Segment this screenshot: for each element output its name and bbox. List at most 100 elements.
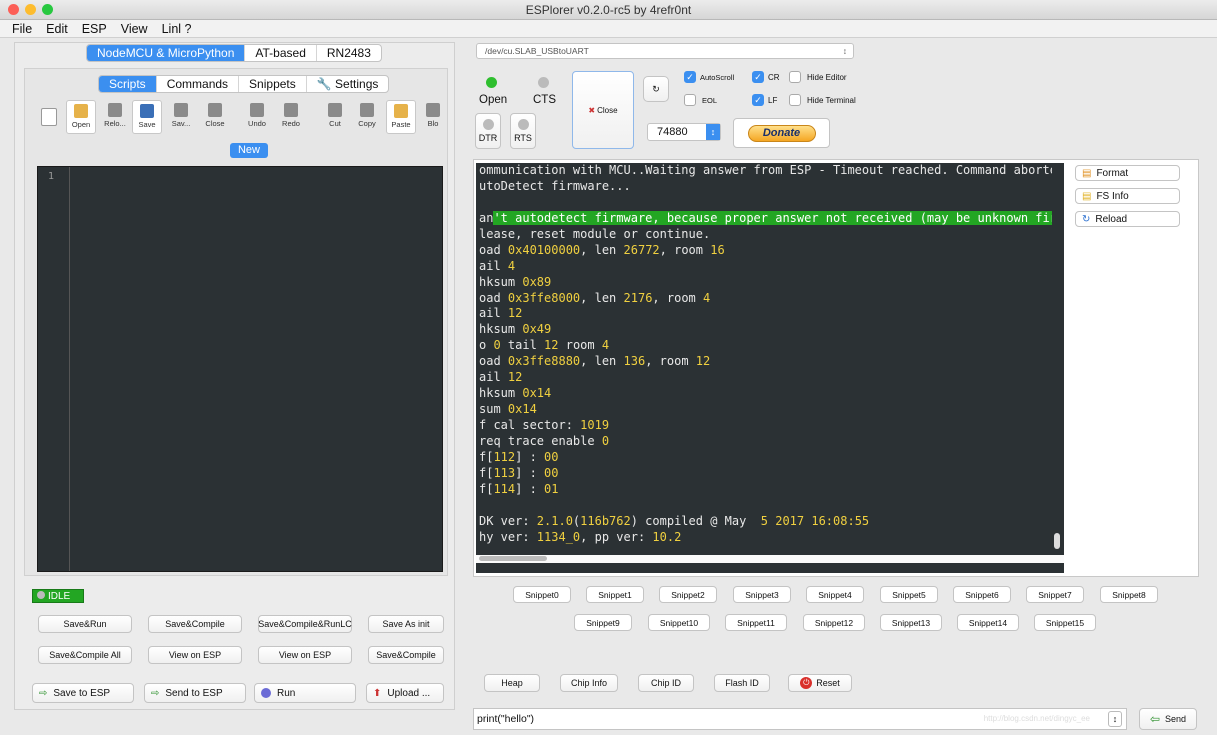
refresh-button[interactable]: ↻	[643, 76, 669, 102]
snippet-button-13[interactable]: Snippet13	[880, 614, 942, 631]
eol-checkbox[interactable]: EOL	[684, 94, 717, 106]
save-run-button[interactable]: Save&Run	[38, 615, 132, 633]
rts-button[interactable]: RTS	[510, 113, 536, 149]
terminal-hscrollbar[interactable]	[476, 555, 1064, 563]
command-input[interactable]: print("hello") http://blog.csdn.net/dingy…	[473, 708, 1127, 730]
tab-rn2483[interactable]: RN2483	[317, 45, 381, 61]
baud-select[interactable]: 74880 ↕	[647, 123, 721, 141]
paste-button[interactable]: Paste	[386, 100, 416, 134]
format-label: Format	[1096, 167, 1129, 179]
send-button[interactable]: ⇦ Send	[1139, 708, 1197, 730]
tab-at-based[interactable]: AT-based	[245, 45, 317, 61]
new-file-button[interactable]	[34, 100, 64, 134]
donate-button[interactable]: Donate	[733, 118, 830, 148]
format-button[interactable]: ▤ Format	[1075, 165, 1180, 181]
terminal-text: ) compiled @ May	[630, 513, 761, 528]
heap-button[interactable]: Heap	[484, 674, 540, 692]
view-on-esp-button-2[interactable]: View on ESP	[258, 646, 352, 664]
new-file-icon	[41, 108, 57, 126]
send-label: Send	[1165, 714, 1187, 724]
tab-snippets[interactable]: Snippets	[239, 76, 307, 92]
terminal-line: an't autodetect firmware, because proper…	[476, 210, 1064, 227]
port-value: /dev/cu.SLAB_USBtoUART	[485, 46, 589, 56]
fs-info-button[interactable]: ▤ FS Info	[1075, 188, 1180, 204]
block-button[interactable]: Blo	[422, 100, 444, 134]
menu-edit[interactable]: Edit	[46, 20, 68, 37]
terminal-line: o 0 tail 12 room 4	[476, 338, 1064, 354]
hide-editor-checkbox[interactable]: Hide Editor	[789, 71, 847, 83]
terminal-output[interactable]: ommunication with MCU..Waiting answer fr…	[476, 163, 1064, 573]
view-on-esp-button-1[interactable]: View on ESP	[148, 646, 242, 664]
save-button[interactable]: Save	[132, 100, 162, 134]
open-button[interactable]: Open	[479, 94, 507, 106]
open-button[interactable]: Open	[66, 100, 96, 134]
window-controls[interactable]	[8, 4, 53, 15]
dtr-button[interactable]: DTR	[475, 113, 501, 149]
snippet-button-15[interactable]: Snippet15	[1034, 614, 1096, 631]
zoom-window-icon[interactable]	[42, 4, 53, 15]
minimize-window-icon[interactable]	[25, 4, 36, 15]
autoscroll-checkbox[interactable]: ✓ AutoScroll	[684, 71, 734, 83]
reset-button[interactable]: ⏻ Reset	[788, 674, 852, 692]
tab-new[interactable]: New	[230, 143, 268, 158]
redo-label: Redo	[282, 119, 300, 128]
menu-file[interactable]: File	[12, 20, 32, 37]
tab-commands[interactable]: Commands	[157, 76, 240, 92]
send-to-esp-button[interactable]: ⇨ Send to ESP	[144, 683, 246, 703]
run-button[interactable]: Run	[254, 683, 356, 703]
menu-view[interactable]: View	[121, 20, 148, 37]
redo-button[interactable]: Redo	[276, 100, 306, 134]
cut-button[interactable]: Cut	[320, 100, 350, 134]
save-to-esp-button[interactable]: ⇨ Save to ESP	[32, 683, 134, 703]
snippet-button-4[interactable]: Snippet4	[806, 586, 864, 603]
lf-checkbox[interactable]: ✓ LF	[752, 94, 777, 106]
fs-info-label: FS Info	[1096, 190, 1129, 202]
snippet-button-0[interactable]: Snippet0	[513, 586, 571, 603]
upload-button[interactable]: ⬆ Upload ...	[366, 683, 444, 703]
code-editor[interactable]: 1	[37, 166, 443, 572]
snippet-button-10[interactable]: Snippet10	[648, 614, 710, 631]
snippet-button-6[interactable]: Snippet6	[953, 586, 1011, 603]
tab-nodemcu[interactable]: NodeMCU & MicroPython	[87, 45, 246, 61]
snippet-button-5[interactable]: Snippet5	[880, 586, 938, 603]
chip-info-button[interactable]: Chip Info	[560, 674, 618, 692]
terminal-text: , room	[652, 290, 703, 305]
snippet-button-2[interactable]: Snippet2	[659, 586, 717, 603]
hscroll-thumb[interactable]	[479, 556, 547, 561]
hide-terminal-checkbox[interactable]: Hide Terminal	[789, 94, 856, 106]
close-window-icon[interactable]	[8, 4, 19, 15]
cr-checkbox[interactable]: ✓ CR	[752, 71, 780, 83]
save-compile-runlc-button[interactable]: Save&Compile&RunLC	[258, 615, 352, 633]
snippet-button-3[interactable]: Snippet3	[733, 586, 791, 603]
snippet-button-12[interactable]: Snippet12	[803, 614, 865, 631]
copy-button[interactable]: Copy	[352, 100, 382, 134]
undo-button[interactable]: Undo	[242, 100, 272, 134]
save-compile-button[interactable]: Save&Compile	[148, 615, 242, 633]
terminal-scrollbar[interactable]	[1052, 163, 1064, 555]
menu-link[interactable]: Linl ?	[162, 20, 192, 37]
terminal-line: f[114] : 01	[476, 482, 1064, 498]
snippet-button-11[interactable]: Snippet11	[725, 614, 787, 631]
snippet-button-9[interactable]: Snippet9	[574, 614, 632, 631]
port-select[interactable]: /dev/cu.SLAB_USBtoUART ↕	[476, 43, 854, 59]
save-compile-button-2[interactable]: Save&Compile	[368, 646, 444, 664]
snippet-button-14[interactable]: Snippet14	[957, 614, 1019, 631]
save-as-init-button[interactable]: Save As init	[368, 615, 444, 633]
snippet-button-8[interactable]: Snippet8	[1100, 586, 1158, 603]
close-file-button[interactable]: Close	[200, 100, 230, 134]
tab-settings[interactable]: 🔧 Settings	[307, 76, 389, 92]
snippet-button-1[interactable]: Snippet1	[586, 586, 644, 603]
chevron-updown-icon[interactable]: ↕	[1108, 711, 1122, 727]
tab-scripts[interactable]: Scripts	[99, 76, 157, 92]
save-compile-all-button[interactable]: Save&Compile All	[38, 646, 132, 664]
save-as-button[interactable]: Sav...	[166, 100, 196, 134]
reload-files-button[interactable]: ↻ Reload	[1075, 211, 1180, 227]
checkbox-empty-icon	[789, 71, 801, 83]
menu-esp[interactable]: ESP	[82, 20, 107, 37]
snippet-button-7[interactable]: Snippet7	[1026, 586, 1084, 603]
chip-id-button[interactable]: Chip ID	[638, 674, 694, 692]
scroll-thumb[interactable]	[1054, 533, 1060, 549]
flash-id-button[interactable]: Flash ID	[714, 674, 770, 692]
reload-button[interactable]: Relo...	[100, 100, 130, 134]
close-port-button[interactable]: ✖ Close	[572, 71, 634, 149]
